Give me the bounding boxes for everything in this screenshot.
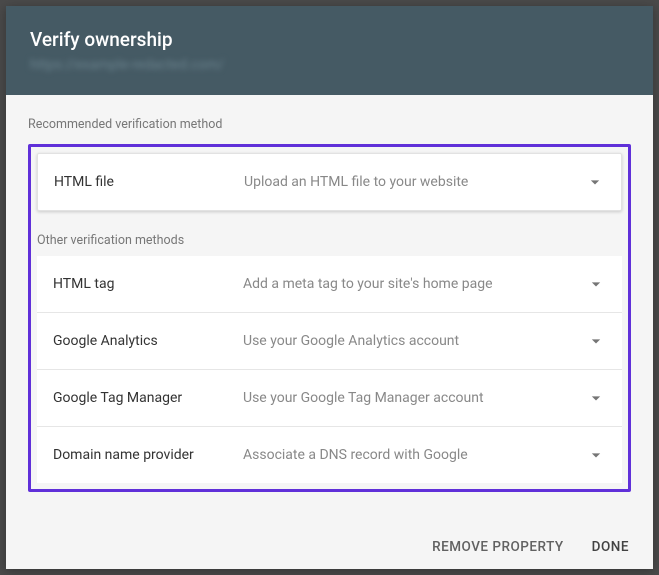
done-button[interactable]: DONE [592,539,629,555]
method-desc: Use your Google Tag Manager account [243,390,586,406]
method-desc: Upload an HTML file to your website [244,174,585,190]
chevron-down-icon [586,445,606,465]
remove-property-button[interactable]: REMOVE PROPERTY [432,539,564,555]
method-title: Google Analytics [53,333,243,349]
dialog-footer: REMOVE PROPERTY DONE [6,525,653,569]
dialog-url: https://example-redacted.com/ [30,57,629,73]
chevron-down-icon [586,274,606,294]
verify-ownership-dialog: Verify ownership https://example-redacte… [6,6,653,569]
other-section-label: Other verification methods [37,233,622,248]
method-desc: Associate a DNS record with Google [243,447,586,463]
other-methods-list: HTML tag Add a meta tag to your site's h… [37,256,622,483]
method-html-tag[interactable]: HTML tag Add a meta tag to your site's h… [37,256,622,313]
chevron-down-icon [586,388,606,408]
method-google-analytics[interactable]: Google Analytics Use your Google Analyti… [37,313,622,370]
methods-highlight-box: HTML file Upload an HTML file to your we… [28,144,631,492]
chevron-down-icon [585,172,605,192]
method-title: Domain name provider [53,447,243,463]
method-title: HTML file [54,174,244,190]
recommended-section-label: Recommended verification method [28,117,631,132]
method-title: HTML tag [53,276,243,292]
method-domain-name-provider[interactable]: Domain name provider Associate a DNS rec… [37,427,622,483]
method-desc: Add a meta tag to your site's home page [243,276,586,292]
dialog-content: Recommended verification method HTML fil… [6,95,653,525]
dialog-title: Verify ownership [30,28,629,51]
chevron-down-icon [586,331,606,351]
dialog-header: Verify ownership https://example-redacte… [6,6,653,95]
method-google-tag-manager[interactable]: Google Tag Manager Use your Google Tag M… [37,370,622,427]
method-title: Google Tag Manager [53,390,243,406]
method-html-file[interactable]: HTML file Upload an HTML file to your we… [37,153,622,211]
method-desc: Use your Google Analytics account [243,333,586,349]
